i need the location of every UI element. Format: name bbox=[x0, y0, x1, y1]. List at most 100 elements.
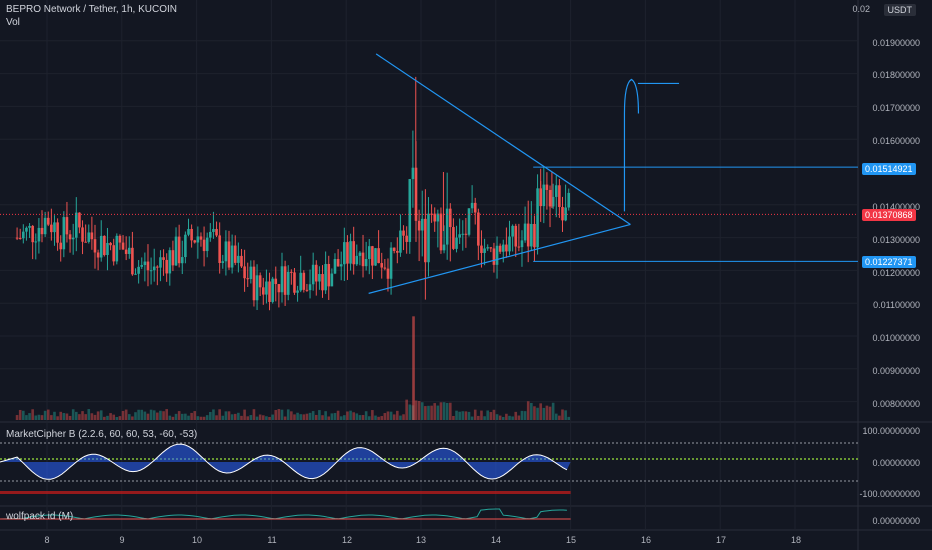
volume-spike bbox=[412, 316, 415, 420]
volume-bar bbox=[352, 412, 355, 420]
candle-body bbox=[131, 247, 134, 275]
time-tick: 9 bbox=[119, 535, 125, 545]
volume-bar bbox=[542, 407, 546, 420]
candle-body bbox=[246, 278, 250, 280]
candle-body bbox=[258, 275, 262, 288]
candle-body bbox=[184, 234, 187, 258]
candle-body bbox=[84, 241, 87, 243]
candle-body bbox=[492, 248, 496, 265]
trading-chart[interactable] bbox=[0, 0, 932, 550]
candle-body bbox=[464, 233, 468, 235]
volume-bar bbox=[56, 416, 59, 420]
volume-bar bbox=[156, 412, 159, 420]
candle-body bbox=[127, 247, 131, 254]
time-tick: 11 bbox=[267, 535, 277, 545]
volume-bar bbox=[165, 409, 168, 420]
candle-body bbox=[215, 228, 218, 236]
candle-body bbox=[50, 224, 53, 233]
volume-bar bbox=[118, 416, 122, 420]
volume-bar bbox=[134, 412, 137, 420]
candle-body bbox=[361, 252, 365, 267]
volume-bar bbox=[193, 411, 197, 420]
candle-body bbox=[333, 259, 337, 274]
candle-body bbox=[180, 257, 184, 264]
volume-bar bbox=[31, 409, 34, 420]
candle-body bbox=[261, 287, 265, 295]
candle-body bbox=[187, 228, 190, 235]
volume-bar bbox=[377, 416, 380, 420]
candle-body bbox=[286, 271, 290, 295]
volume-bar bbox=[305, 413, 309, 420]
time-tick: 18 bbox=[790, 535, 802, 545]
volume-bar bbox=[430, 405, 433, 420]
currency-unit-button[interactable]: USDT bbox=[883, 4, 916, 16]
candle-body bbox=[330, 273, 334, 287]
candle-body bbox=[411, 167, 415, 180]
candle-body bbox=[25, 227, 28, 232]
candle-body bbox=[339, 264, 343, 267]
candle-body bbox=[280, 266, 284, 293]
volume-bar bbox=[180, 413, 184, 420]
volume-bar bbox=[93, 414, 97, 420]
candle-body bbox=[480, 245, 483, 253]
candle-body bbox=[22, 231, 25, 239]
volume-bar bbox=[240, 415, 243, 420]
volume-bar bbox=[346, 411, 349, 420]
volume-bar bbox=[121, 410, 125, 420]
candle-body bbox=[140, 265, 144, 267]
candle-body bbox=[202, 239, 206, 252]
volume-bar bbox=[174, 413, 178, 420]
candle-body bbox=[433, 213, 437, 222]
volume-bar bbox=[380, 416, 384, 420]
volume-bar bbox=[40, 415, 44, 420]
volume-bar bbox=[96, 411, 100, 420]
volume-bar bbox=[62, 413, 66, 420]
volume-bar bbox=[442, 402, 446, 420]
volume-bar bbox=[392, 414, 396, 420]
candle-body bbox=[336, 259, 340, 267]
volume-bar bbox=[470, 416, 474, 420]
volume-bar bbox=[302, 414, 306, 420]
volume-bar bbox=[330, 413, 334, 420]
candle-body bbox=[193, 240, 197, 243]
volume-bar bbox=[483, 416, 486, 420]
candle-body bbox=[265, 281, 268, 295]
volume-bar bbox=[424, 406, 427, 420]
candle-body bbox=[402, 230, 405, 236]
volume-bar bbox=[68, 415, 72, 420]
volume-bar bbox=[445, 402, 449, 420]
candle-body bbox=[505, 244, 508, 252]
volume-bar bbox=[131, 416, 134, 420]
volume-bar bbox=[545, 405, 549, 420]
candle-body bbox=[299, 272, 302, 291]
volume-bar bbox=[349, 410, 352, 420]
candle-body bbox=[65, 217, 69, 235]
volume-label: Vol bbox=[6, 17, 20, 28]
time-tick: 14 bbox=[490, 535, 502, 545]
candle-body bbox=[318, 274, 321, 282]
resistance-price-tag: 0.01514921 bbox=[862, 163, 916, 175]
candle-body bbox=[483, 248, 486, 253]
volume-bar bbox=[386, 411, 390, 420]
candle-body bbox=[96, 252, 100, 258]
volume-bar bbox=[37, 414, 41, 420]
volume-bar bbox=[34, 415, 38, 420]
candle-body bbox=[508, 236, 511, 252]
candle-body bbox=[18, 237, 22, 239]
volume-bar bbox=[480, 410, 483, 420]
candle-body bbox=[343, 242, 346, 265]
candle-body bbox=[567, 192, 571, 208]
candle-body bbox=[68, 234, 72, 240]
candle-body bbox=[352, 241, 355, 265]
volume-bar bbox=[209, 411, 212, 420]
candle-body bbox=[218, 235, 221, 263]
volume-bar bbox=[205, 415, 209, 420]
volume-bar bbox=[548, 406, 552, 420]
volume-bar bbox=[221, 415, 225, 420]
last-price-tag: 0.01370868 bbox=[862, 209, 916, 221]
volume-bar bbox=[455, 410, 458, 420]
candle-body bbox=[548, 189, 552, 207]
volume-bar bbox=[336, 410, 340, 420]
volume-bar bbox=[458, 411, 461, 420]
volume-bar bbox=[461, 411, 465, 420]
